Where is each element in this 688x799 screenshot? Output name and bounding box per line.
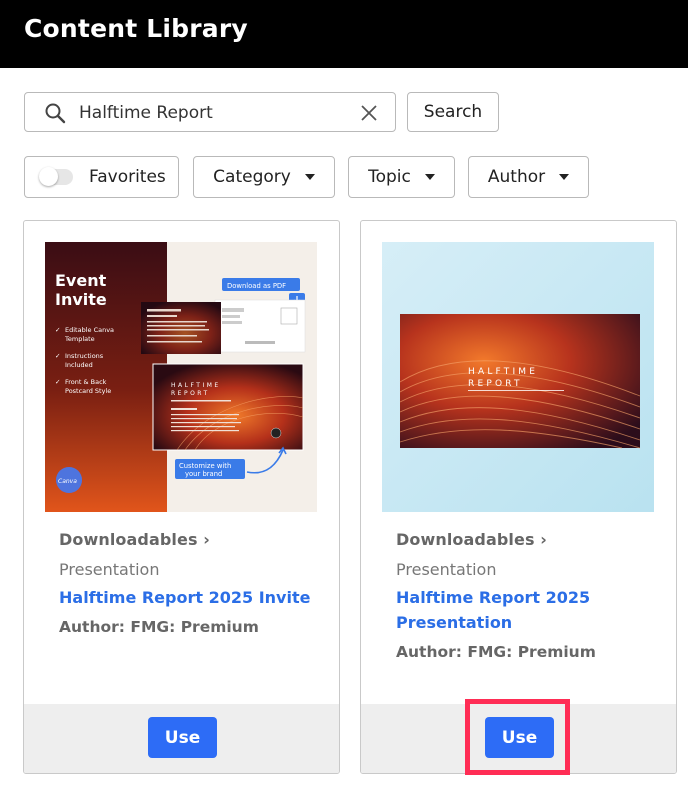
svg-text:✓: ✓: [55, 352, 60, 360]
card-meta: Downloadables › Presentation Halftime Re…: [396, 525, 656, 661]
card-author: Author: FMG: Premium: [396, 643, 596, 661]
card-title-1: HALFTIME: [171, 382, 221, 389]
svg-text:Editable Canva: Editable Canva: [65, 326, 114, 334]
search-button-label: Search: [423, 102, 483, 122]
category-dropdown[interactable]: Category: [193, 156, 335, 198]
use-button[interactable]: Use: [148, 717, 217, 758]
card-breadcrumb[interactable]: Downloadables ›: [59, 525, 319, 555]
card-subcategory: Presentation: [59, 560, 160, 579]
category-label: Category: [213, 167, 291, 187]
svg-text:✓: ✓: [55, 326, 60, 334]
search-icon: [45, 103, 66, 124]
topic-dropdown[interactable]: Topic: [348, 156, 455, 198]
svg-text:your brand: your brand: [185, 470, 222, 478]
author-label: Author: [487, 167, 546, 187]
svg-text:Customize with: Customize with: [179, 462, 231, 470]
toggle-knob: [39, 167, 58, 186]
favorites-label: Favorites: [89, 167, 166, 187]
card-title-link[interactable]: Halftime Report 2025 Invite: [59, 585, 319, 610]
content-area: Search Favorites Category Topic Author: [2, 68, 688, 799]
download-label: Download as PDF: [227, 282, 286, 290]
topic-label: Topic: [368, 167, 411, 187]
highlight-box: [465, 699, 570, 775]
svg-text:Template: Template: [64, 335, 95, 343]
svg-text:Included: Included: [65, 361, 93, 369]
search-input[interactable]: [77, 98, 351, 128]
favorites-toggle[interactable]: [39, 167, 73, 186]
presentation-preview-image: HALFTIME REPORT: [382, 242, 654, 512]
card-title-link[interactable]: Halftime Report 2025 Presentation: [396, 585, 656, 635]
card-thumbnail[interactable]: HALFTIME REPORT: [382, 242, 654, 512]
chevron-down-icon: [559, 174, 570, 180]
search-box[interactable]: [24, 92, 396, 132]
card-subcategory: Presentation: [396, 560, 497, 579]
invite-preview-image: Event Invite ✓ Editable Canva Template ✓…: [45, 242, 317, 512]
app-header: Content Library: [0, 0, 688, 68]
content-card[interactable]: HALFTIME REPORT Downloadables › Presenta…: [360, 220, 677, 774]
favorites-filter[interactable]: Favorites: [24, 156, 179, 198]
page-title: Content Library: [24, 14, 248, 43]
slide-title-2: REPORT: [468, 379, 523, 389]
chevron-down-icon: [424, 174, 435, 180]
search-button[interactable]: Search: [407, 92, 499, 132]
content-card[interactable]: Event Invite ✓ Editable Canva Template ✓…: [23, 220, 340, 774]
svg-text:Front & Back: Front & Back: [65, 378, 107, 386]
svg-text:Postcard Style: Postcard Style: [65, 387, 111, 395]
svg-text:✓: ✓: [55, 378, 60, 386]
clear-icon[interactable]: [359, 103, 379, 123]
slide-title-1: HALFTIME: [468, 367, 538, 377]
card-breadcrumb[interactable]: Downloadables ›: [396, 525, 656, 555]
card-meta: Downloadables › Presentation Halftime Re…: [59, 525, 319, 636]
chevron-down-icon: [304, 174, 315, 180]
canva-badge: Canva: [58, 478, 77, 485]
card-footer: Use: [24, 704, 339, 773]
thumb-heading-2: Invite: [55, 290, 107, 309]
thumb-heading-1: Event: [55, 271, 107, 290]
author-dropdown[interactable]: Author: [468, 156, 589, 198]
svg-text:Instructions: Instructions: [65, 352, 104, 360]
card-thumbnail[interactable]: Event Invite ✓ Editable Canva Template ✓…: [45, 242, 317, 512]
card-title-2: REPORT: [171, 390, 210, 397]
card-author: Author: FMG: Premium: [59, 618, 259, 636]
